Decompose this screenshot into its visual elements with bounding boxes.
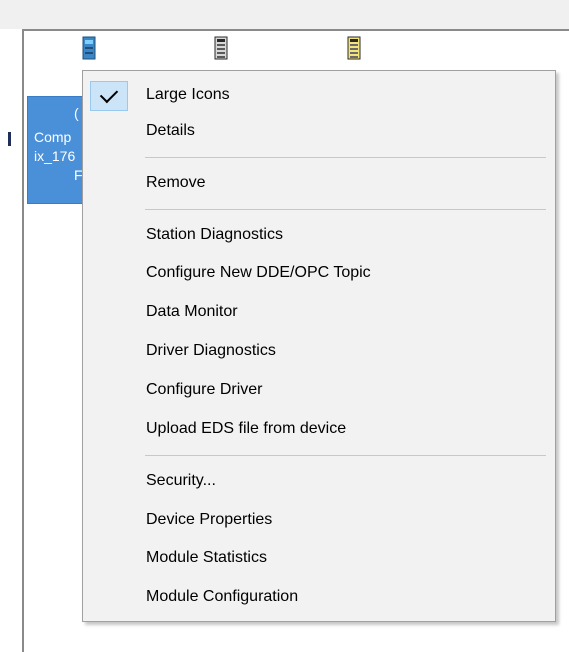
- menu-item-label: Configure Driver: [146, 381, 263, 398]
- pane-edge-marker: [8, 132, 11, 146]
- menu-item-label: Driver Diagnostics: [146, 342, 276, 359]
- menu-item-large-icons[interactable]: Large Icons: [86, 79, 552, 112]
- selected-item-caption-top: (: [74, 105, 79, 121]
- menu-item-label: Configure New DDE/OPC Topic: [146, 264, 371, 281]
- context-menu: Large Icons Details Remove Station Diagn…: [82, 70, 556, 622]
- menu-separator: [145, 209, 546, 210]
- menu-item-station-diagnostics[interactable]: Station Diagnostics: [86, 219, 552, 252]
- menu-item-label: Details: [146, 122, 195, 139]
- device-module-icon-gray[interactable]: [214, 36, 228, 60]
- menu-item-remove[interactable]: Remove: [86, 167, 552, 200]
- menu-separator: [145, 157, 546, 158]
- menu-item-details[interactable]: Details: [86, 115, 552, 148]
- menu-item-label: Upload EDS file from device: [146, 420, 347, 437]
- menu-item-label: Security...: [146, 472, 216, 489]
- menu-item-label: Station Diagnostics: [146, 226, 283, 243]
- window-top-band: [0, 0, 569, 29]
- device-module-icon-yellow[interactable]: [347, 36, 361, 60]
- menu-item-label: Data Monitor: [146, 303, 238, 320]
- menu-item-label: Module Configuration: [146, 588, 299, 605]
- menu-item-label: Remove: [146, 174, 206, 191]
- menu-separator: [145, 455, 546, 456]
- checked-highlight: [90, 81, 128, 111]
- menu-item-label: Device Properties: [146, 511, 273, 528]
- menu-item-device-properties[interactable]: Device Properties: [86, 504, 552, 537]
- menu-item-driver-diagnostics[interactable]: Driver Diagnostics: [86, 335, 552, 368]
- menu-item-upload-eds[interactable]: Upload EDS file from device: [86, 413, 552, 446]
- selected-item-label-line2: ix_176: [34, 148, 76, 164]
- menu-item-label: Large Icons: [146, 86, 230, 103]
- menu-item-configure-new-topic[interactable]: Configure New DDE/OPC Topic: [86, 257, 552, 290]
- menu-item-module-statistics[interactable]: Module Statistics: [86, 542, 552, 575]
- selected-item-label-line1: Comp: [34, 129, 72, 145]
- menu-item-module-configuration[interactable]: Module Configuration: [86, 581, 552, 614]
- device-module-icon-blue[interactable]: [82, 36, 96, 60]
- menu-item-configure-driver[interactable]: Configure Driver: [86, 374, 552, 407]
- menu-item-data-monitor[interactable]: Data Monitor: [86, 296, 552, 329]
- menu-item-label: Module Statistics: [146, 549, 267, 566]
- menu-item-security[interactable]: Security...: [86, 465, 552, 498]
- checkmark-icon: [99, 84, 119, 104]
